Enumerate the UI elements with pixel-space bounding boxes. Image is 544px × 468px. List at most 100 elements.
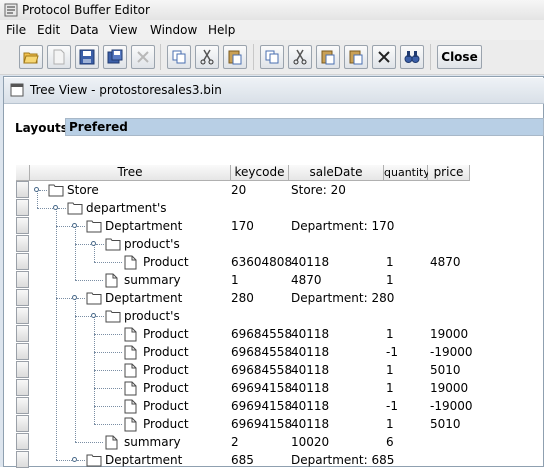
column-header-price[interactable]: price xyxy=(428,165,470,181)
copy-button[interactable] xyxy=(167,45,191,69)
row-header-cell[interactable] xyxy=(16,199,29,216)
menu-view[interactable]: View xyxy=(109,23,137,37)
table-cell-quantity[interactable]: -1 xyxy=(386,345,398,359)
row-header-cell[interactable] xyxy=(16,397,29,414)
table-cell-saledate[interactable]: 40118 xyxy=(291,417,329,431)
table-cell-keycode[interactable]: 2 xyxy=(231,435,239,449)
table-cell-price[interactable]: 5010 xyxy=(430,363,461,377)
tree-node-label[interactable]: summary xyxy=(124,435,181,449)
row-header-cell[interactable] xyxy=(16,289,29,306)
row-header-cell[interactable] xyxy=(16,325,29,342)
table-cell-price[interactable]: -19000 xyxy=(430,399,473,413)
tree-node-label[interactable]: summary xyxy=(124,273,181,287)
table-cell-saledate[interactable]: 4870 xyxy=(291,273,322,287)
table-cell-price[interactable]: 19000 xyxy=(430,327,468,341)
table-cell-keycode[interactable]: 69684558 xyxy=(231,345,292,359)
row-header-cell[interactable] xyxy=(16,253,29,270)
table-cell-quantity[interactable]: 6 xyxy=(386,435,394,449)
tree-node-label[interactable]: product's xyxy=(124,237,180,251)
tree-node-label[interactable]: product's xyxy=(124,309,180,323)
tree-node-label[interactable]: Product xyxy=(143,381,189,395)
row-header-cell[interactable] xyxy=(16,379,29,396)
table-cell-saledate[interactable]: 40118 xyxy=(291,381,329,395)
delete-button-disabled[interactable] xyxy=(131,45,155,69)
tree-node-label[interactable]: Deptartment xyxy=(105,453,182,467)
paste-child-button[interactable] xyxy=(344,45,368,69)
table-cell-keycode[interactable]: 280 xyxy=(231,291,254,305)
row-header-cell[interactable] xyxy=(16,451,29,468)
table-cell-keycode[interactable]: 20 xyxy=(231,183,246,197)
table-cell-price[interactable]: 5010 xyxy=(430,417,461,431)
tree-node-label[interactable]: Product xyxy=(143,255,189,269)
tree-node-label[interactable]: Product xyxy=(143,363,189,377)
table-cell-price[interactable]: -19000 xyxy=(430,345,473,359)
tree-node-label[interactable]: Product xyxy=(143,327,189,341)
table-cell-keycode[interactable]: 69694158 xyxy=(231,399,292,413)
table-cell-price[interactable]: 19000 xyxy=(430,381,468,395)
table-cell-saledate[interactable]: 40118 xyxy=(291,255,329,269)
menu-window[interactable]: Window xyxy=(150,23,197,37)
copy-node-button[interactable] xyxy=(260,45,284,69)
table-cell-saledate[interactable]: Department: 280 xyxy=(291,291,394,305)
tree-node-label[interactable]: Product xyxy=(143,417,189,431)
column-header-keycode[interactable]: keycode xyxy=(231,165,289,181)
table-cell-saledate[interactable]: Department: 170 xyxy=(291,219,394,233)
table-cell-quantity[interactable]: 1 xyxy=(386,417,394,431)
table-cell-keycode[interactable]: 69694158 xyxy=(231,381,292,395)
tree-node-label[interactable]: Store xyxy=(67,183,99,197)
find-button[interactable] xyxy=(400,45,424,69)
cut-button[interactable] xyxy=(195,45,219,69)
menu-help[interactable]: Help xyxy=(208,23,235,37)
close-button[interactable]: Close xyxy=(437,45,482,69)
tree-node-label[interactable]: department's xyxy=(86,201,167,215)
tree-node-label[interactable]: Product xyxy=(143,345,189,359)
table-cell-quantity[interactable]: 1 xyxy=(386,255,394,269)
row-header-cell[interactable] xyxy=(16,217,29,234)
table-cell-quantity[interactable]: -1 xyxy=(386,399,398,413)
row-header-cell[interactable] xyxy=(16,307,29,324)
table-cell-keycode[interactable]: 63604808 xyxy=(231,255,292,269)
table-cell-price[interactable]: 4870 xyxy=(430,255,461,269)
table-cell-quantity[interactable]: 1 xyxy=(386,327,394,341)
row-header-cell[interactable] xyxy=(16,271,29,288)
layouts-select[interactable]: Prefered xyxy=(65,118,544,136)
table-cell-saledate[interactable]: 40118 xyxy=(291,345,329,359)
row-header-cell[interactable] xyxy=(16,433,29,450)
row-header-cell[interactable] xyxy=(16,361,29,378)
paste-node-button[interactable] xyxy=(316,45,340,69)
table-cell-quantity[interactable]: 1 xyxy=(386,363,394,377)
row-header-cell[interactable] xyxy=(16,343,29,360)
tree-node-label[interactable]: Deptartment xyxy=(105,219,182,233)
column-header-saledate[interactable]: saleDate xyxy=(289,165,384,181)
table-cell-keycode[interactable]: 170 xyxy=(231,219,254,233)
table-cell-keycode[interactable]: 69694158 xyxy=(231,417,292,431)
cut-node-button[interactable] xyxy=(288,45,312,69)
table-cell-saledate[interactable]: Store: 20 xyxy=(291,183,346,197)
table-cell-saledate[interactable]: 40118 xyxy=(291,363,329,377)
new-button[interactable] xyxy=(47,45,71,69)
menu-edit[interactable]: Edit xyxy=(37,23,60,37)
delete-node-button[interactable] xyxy=(372,45,396,69)
table-cell-saledate[interactable]: 40118 xyxy=(291,399,329,413)
row-header-cell[interactable] xyxy=(16,415,29,432)
tree-node-label[interactable]: Deptartment xyxy=(105,291,182,305)
table-cell-quantity[interactable]: 1 xyxy=(386,273,394,287)
menu-data[interactable]: Data xyxy=(70,23,99,37)
save-button[interactable] xyxy=(75,45,99,69)
column-header-tree[interactable]: Tree xyxy=(30,165,231,181)
paste-button[interactable] xyxy=(223,45,247,69)
table-cell-saledate[interactable]: 40118 xyxy=(291,327,329,341)
table-cell-keycode[interactable]: 685 xyxy=(231,453,254,467)
table-cell-saledate[interactable]: 10020 xyxy=(291,435,329,449)
save-as-button[interactable] xyxy=(103,45,127,69)
table-cell-keycode[interactable]: 69684558 xyxy=(231,363,292,377)
table-cell-keycode[interactable]: 69684558 xyxy=(231,327,292,341)
row-header-cell[interactable] xyxy=(16,235,29,252)
tree-node-label[interactable]: Product xyxy=(143,399,189,413)
menu-file[interactable]: File xyxy=(6,23,26,37)
open-button[interactable] xyxy=(19,45,43,69)
table-cell-quantity[interactable]: 1 xyxy=(386,381,394,395)
table-cell-saledate[interactable]: Department: 685 xyxy=(291,453,394,467)
row-header-cell[interactable] xyxy=(16,181,29,198)
table-cell-keycode[interactable]: 1 xyxy=(231,273,239,287)
